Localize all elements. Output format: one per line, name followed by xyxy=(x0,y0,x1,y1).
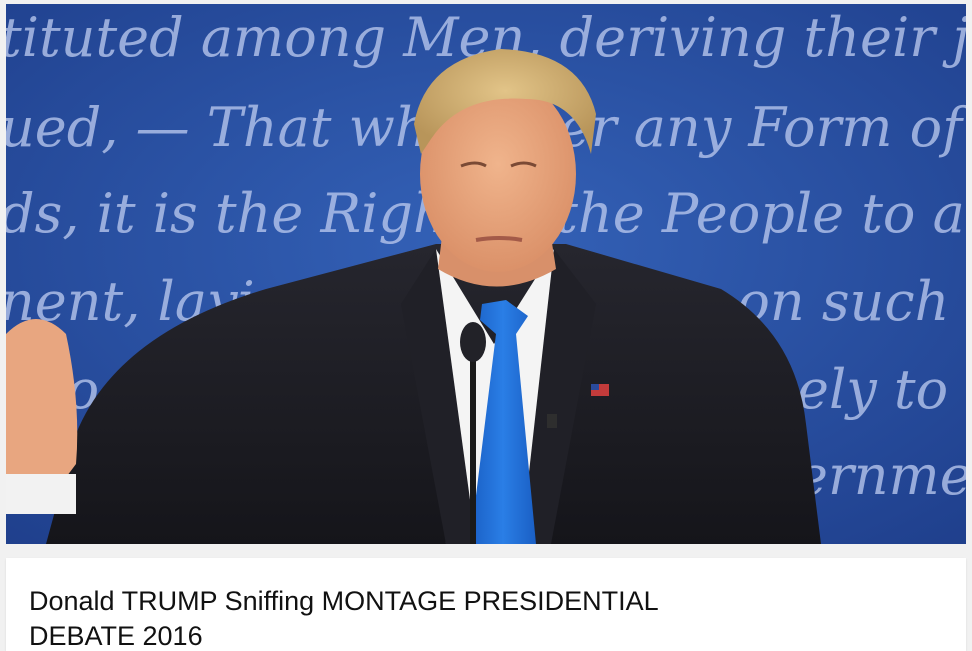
video-frame[interactable]: tituted among Men, deriving their ju ued… xyxy=(6,4,966,544)
shirt-cuff xyxy=(6,474,76,514)
mouth xyxy=(475,236,523,242)
video-info-card: Donald TRUMP Sniffing MONTAGE PRESIDENTI… xyxy=(6,558,966,651)
page: tituted among Men, deriving their ju ued… xyxy=(0,0,972,651)
video-title[interactable]: Donald TRUMP Sniffing MONTAGE PRESIDENTI… xyxy=(29,584,729,651)
lapel-microphone xyxy=(547,414,557,428)
microphone-stand xyxy=(470,334,476,544)
podium-microphone xyxy=(460,322,486,362)
flag-pin-canton xyxy=(591,384,599,390)
backdrop-text-line-6: ernmen xyxy=(796,444,966,507)
video-player[interactable]: tituted among Men, deriving their ju ued… xyxy=(6,4,966,544)
